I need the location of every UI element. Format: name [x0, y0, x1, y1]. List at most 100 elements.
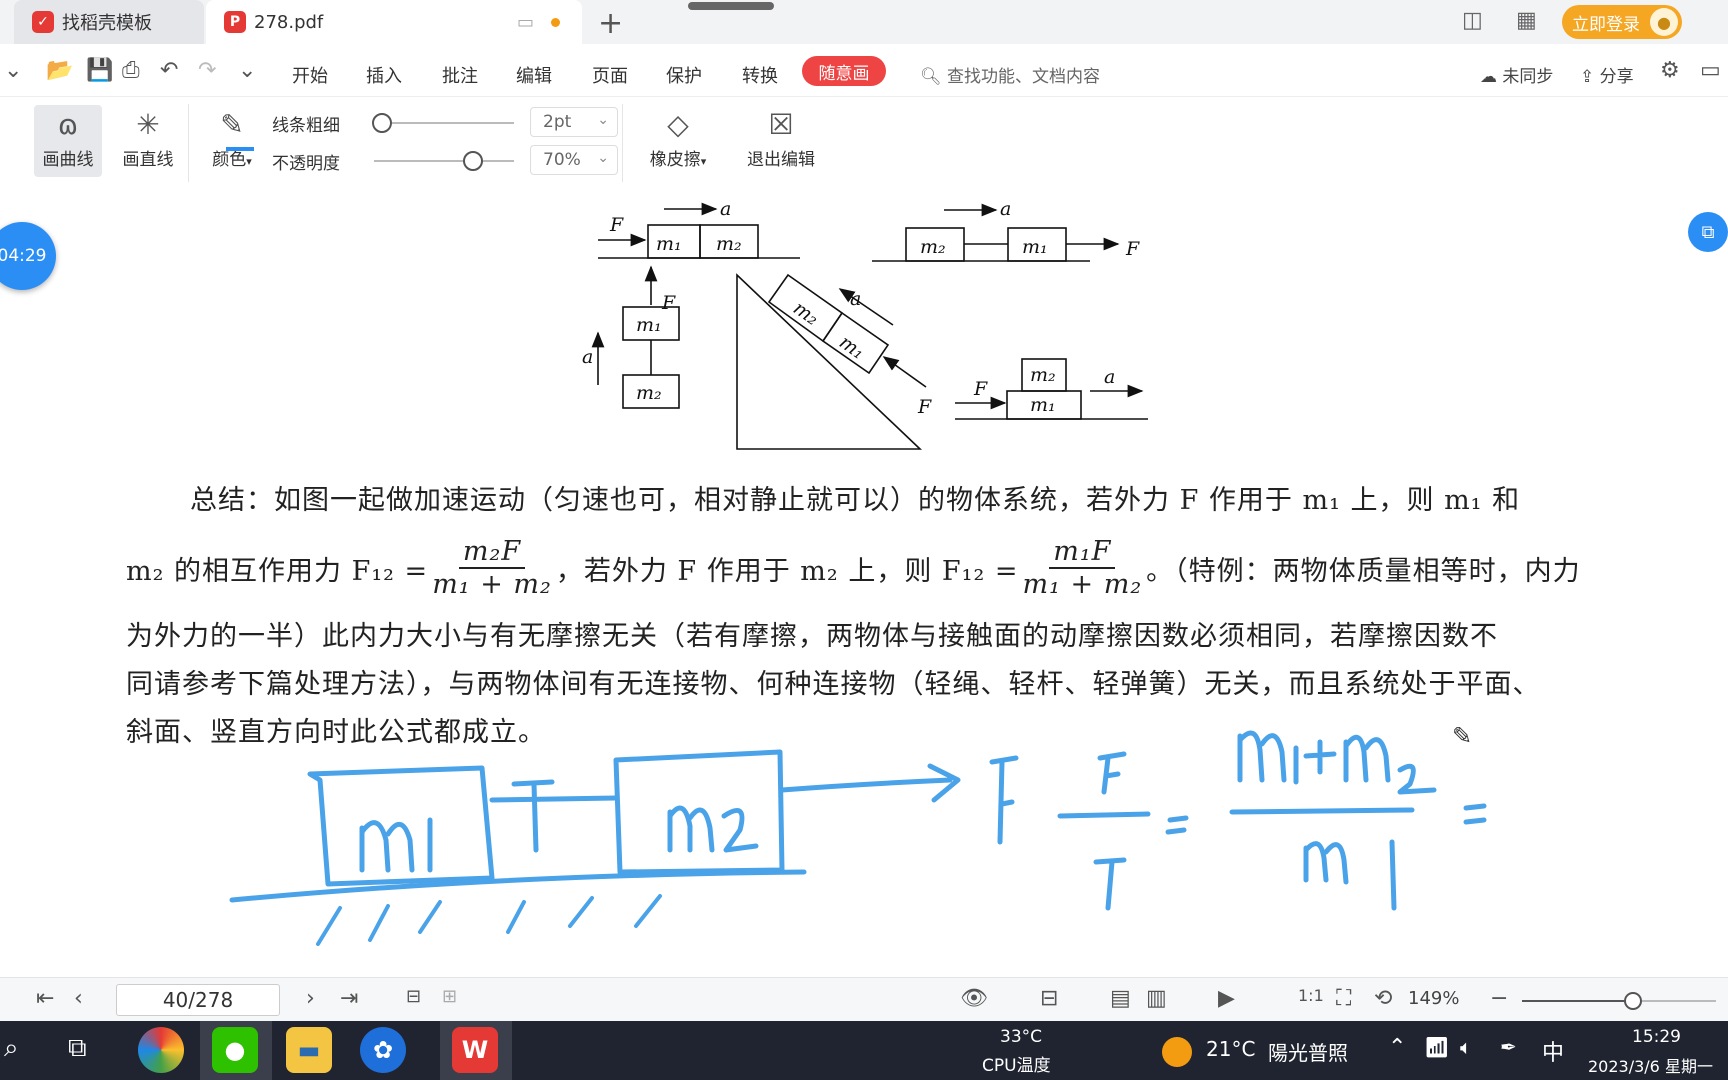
summary-line-3: 为外力的一半）此内力大小与有无摩擦无关（若有摩擦，两物体与接触面的动摩擦因数必须…	[126, 621, 1498, 652]
tab-docer[interactable]: ✓ 找稻壳模板	[14, 0, 204, 44]
text-segment: 。（特例：两物体质量相等时，内力	[1146, 555, 1581, 587]
prev-page-icon[interactable]: ‹	[74, 986, 83, 1011]
eraser-button[interactable]: ◇ 橡皮擦▾	[638, 105, 718, 177]
first-page-icon[interactable]: ⇤	[36, 986, 54, 1011]
eye-protect-icon[interactable]: 👁︎	[960, 986, 988, 1011]
accel-arrow	[838, 288, 894, 326]
color-button[interactable]: ✎ 颜色▾	[198, 105, 266, 177]
undo-icon[interactable]: ↶	[160, 58, 178, 83]
ink-m1-plus-m2	[1237, 730, 1437, 795]
opacity-slider[interactable]	[374, 160, 514, 162]
comment-icon[interactable]: ▭	[1700, 58, 1721, 83]
fit-width-icon[interactable]: ⊟	[1040, 986, 1058, 1011]
eraser-icon: ◇	[667, 108, 689, 141]
menu-annotate[interactable]: 批注	[442, 62, 478, 88]
exit-label: 退出编辑	[747, 150, 815, 170]
side-panel-icon[interactable]: ⧉	[1688, 212, 1728, 252]
menu-protect[interactable]: 保护	[666, 62, 702, 88]
two-page-icon[interactable]: ▥	[1146, 986, 1167, 1011]
print-icon[interactable]: ⎙	[122, 58, 140, 83]
play-icon[interactable]: ▶	[1218, 986, 1235, 1011]
wps-icon[interactable]: W	[452, 1027, 498, 1073]
tab-pdf[interactable]: P 278.pdf ▭	[206, 0, 582, 44]
clock-time[interactable]: 15:29	[1632, 1027, 1681, 1047]
sync-button[interactable]: ☁ 未同步	[1480, 62, 1553, 87]
zoom-slider[interactable]	[1522, 1000, 1633, 1002]
ink-fraction-bar	[1057, 811, 1151, 819]
ink-hatching	[316, 894, 662, 946]
new-tab-button[interactable]: +	[598, 6, 623, 41]
thickness-slider[interactable]	[374, 122, 514, 124]
ime-indicator[interactable]: 中	[1542, 1035, 1564, 1067]
fraction-numerator: m₁F	[1049, 536, 1116, 569]
chevron-down-icon[interactable]: ⌄	[4, 58, 22, 83]
opacity-knob[interactable]	[463, 151, 483, 171]
search-icon[interactable]: ⌕	[4, 1033, 19, 1064]
draw-line-button[interactable]: ✳ 画直线	[114, 105, 182, 177]
menu-start[interactable]: 开始	[292, 62, 328, 88]
clock-date[interactable]: 2023/3/6 星期一	[1588, 1053, 1713, 1077]
single-page-icon[interactable]: ▤	[1110, 986, 1131, 1011]
customize-icon[interactable]: ⌄	[238, 58, 256, 83]
volume-icon[interactable]: 🔈︎	[1460, 1035, 1472, 1059]
forward-icon[interactable]: ⊞	[442, 986, 457, 1007]
menu-freedraw[interactable]: 随意画	[802, 56, 886, 86]
menu-edit[interactable]: 编辑	[516, 62, 552, 88]
save-icon[interactable]: 💾	[86, 58, 113, 83]
file-explorer-icon[interactable]: ▬	[286, 1027, 332, 1073]
tab-bar: ✓ 找稻壳模板 P 278.pdf ▭ + ◫ ▦ 立即登录 ●	[0, 0, 1728, 44]
taskbar: ⌕ ⧉ ● ▬ ✿ W 33°C CPU温度 21°C 陽光普照 ⌃ 📶︎ 🔈︎…	[0, 1021, 1728, 1080]
eraser-label: 橡皮擦	[649, 150, 701, 170]
rotate-icon[interactable]: ⟲	[1374, 986, 1392, 1011]
menu-convert[interactable]: 转换	[742, 62, 778, 88]
media-app-icon[interactable]: ✿	[360, 1027, 406, 1073]
page-number-input[interactable]: 40/278	[116, 984, 280, 1016]
fraction: m₂F m₁ + m₂	[432, 536, 552, 600]
weather-desc[interactable]: 陽光普照	[1268, 1037, 1348, 1066]
color-label: 颜色	[212, 150, 247, 170]
menu-page[interactable]: 页面	[592, 62, 628, 88]
summary-line-2: m₂ 的相互作用力 F₁₂ = m₂F m₁ + m₂ ，若外力 F 作用于 m…	[126, 532, 1608, 604]
wechat-icon[interactable]: ●	[212, 1027, 258, 1073]
label-m2: m₂	[636, 382, 662, 404]
cpu-temp-label: CPU温度	[982, 1056, 1051, 1076]
chrome-icon[interactable]	[138, 1027, 184, 1073]
actual-size-icon[interactable]: 1:1	[1298, 986, 1324, 1005]
draw-curve-button[interactable]: ɷ 画曲线	[34, 105, 102, 177]
chevron-down-icon: ⌄	[597, 150, 609, 166]
grid-icon[interactable]: ▦	[1516, 8, 1537, 33]
thickness-dropdown[interactable]: 2pt ⌄	[530, 107, 618, 137]
weather-temp[interactable]: 21°C	[1206, 1037, 1255, 1061]
opacity-dropdown[interactable]: 70% ⌄	[530, 145, 618, 175]
share-button[interactable]: ⇪ 分享	[1580, 62, 1634, 87]
open-folder-icon[interactable]: 📂	[46, 58, 73, 83]
settings-icon[interactable]: ⚙	[1660, 58, 1680, 83]
redo-icon[interactable]: ↷	[198, 58, 216, 83]
next-page-icon[interactable]: ›	[306, 986, 315, 1011]
incline	[736, 273, 923, 450]
zoom-out-icon[interactable]: −	[1490, 986, 1508, 1011]
fit-page-icon[interactable]: ⛶	[1336, 986, 1351, 1011]
zoom-value[interactable]: 149%	[1408, 988, 1459, 1009]
chevron-up-icon[interactable]: ⌃	[1388, 1035, 1406, 1060]
back-icon[interactable]: ⊟	[406, 986, 421, 1007]
zoom-knob[interactable]	[1623, 992, 1642, 1010]
pen-icon[interactable]: ✒	[1500, 1035, 1517, 1059]
thickness-knob[interactable]	[372, 113, 392, 133]
chevron-down-icon: ⌄	[597, 112, 609, 128]
exit-edit-button[interactable]: ☒ 退出编辑	[740, 105, 822, 177]
wifi-icon[interactable]: 📶︎	[1424, 1035, 1449, 1059]
monitor-icon[interactable]: ▭	[517, 12, 534, 33]
task-view-icon[interactable]: ⧉	[68, 1033, 87, 1064]
label-F: F	[661, 292, 676, 314]
layout-icon[interactable]: ◫	[1462, 8, 1483, 33]
menu-bar: ⌄ 📂 💾 ⎙ ↶ ↷ ⌄ 开始 插入 批注 编辑 页面 保护 转换 随意画 🔍…	[0, 44, 1728, 97]
ink-F-numerator	[1097, 751, 1127, 795]
avatar-icon: ●	[1650, 8, 1678, 36]
menu-insert[interactable]: 插入	[366, 62, 402, 88]
label-m1: m₁	[835, 331, 869, 364]
zoom-slider-rest[interactable]	[1632, 1000, 1716, 1002]
login-button[interactable]: 立即登录 ●	[1562, 5, 1682, 39]
last-page-icon[interactable]: ⇥	[340, 986, 358, 1011]
search-input[interactable]: 🔍︎ 查找功能、文档内容	[920, 62, 1100, 87]
